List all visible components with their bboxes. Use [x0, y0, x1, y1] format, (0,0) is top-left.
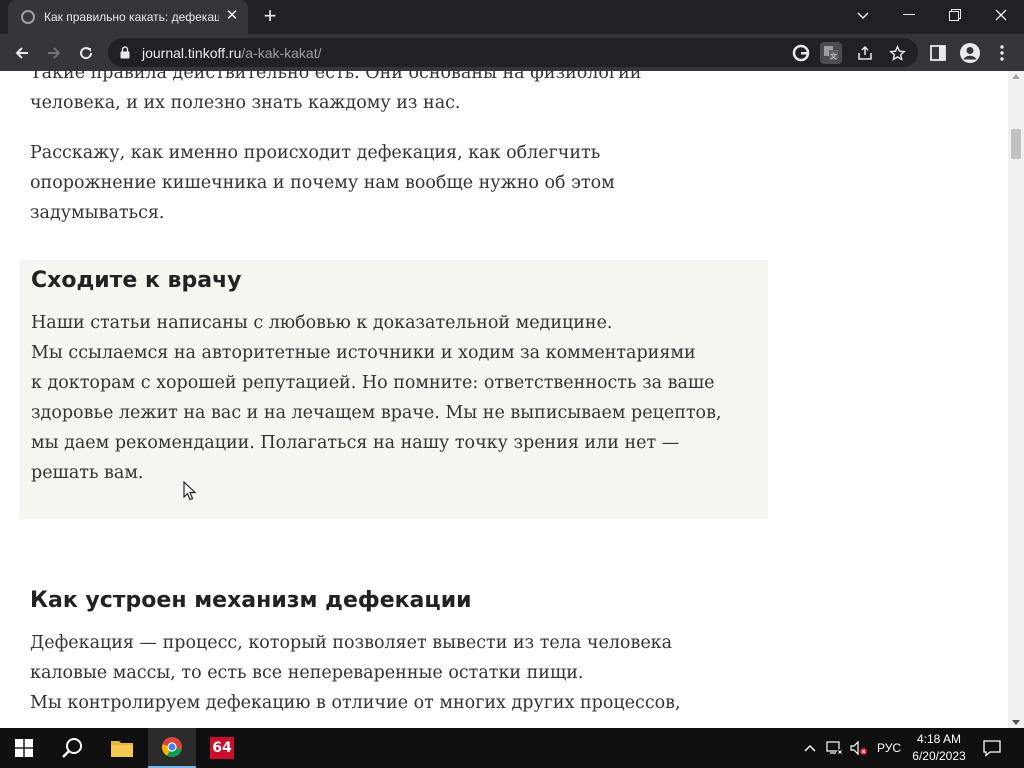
chrome-icon: [161, 737, 182, 758]
callout-title: Сходите к врачу: [31, 268, 242, 293]
browser-tab-active[interactable]: Как правильно какать: дефекация ✕: [8, 0, 248, 34]
more-menu-icon[interactable]: [990, 41, 1014, 65]
file-explorer-button[interactable]: [98, 728, 146, 768]
search-button[interactable]: [48, 728, 96, 768]
profile-avatar-icon[interactable]: [958, 41, 982, 65]
section-heading: Как устроен механизм дефекации: [30, 588, 472, 613]
scrollbar-thumb[interactable]: [1011, 129, 1021, 159]
text-line: мы даем рекомендации. Полагаться на нашу…: [31, 433, 680, 453]
text-line: человека, и их полезно знать каждому из …: [30, 93, 461, 113]
tab-title: Как правильно какать: дефекация: [44, 10, 219, 24]
close-window-button[interactable]: [978, 0, 1024, 30]
text-line: здоровье лежит на вас и на лечащем враче…: [31, 403, 722, 423]
app-64-badge: 64: [210, 737, 234, 759]
text-line: каловые массы, то есть все непереваренны…: [30, 663, 584, 683]
input-language-indicator[interactable]: РУС: [872, 728, 906, 768]
lock-icon[interactable]: [120, 46, 130, 59]
windows-taskbar: 64 РУС 4:18 AM 6/20/2023: [0, 728, 1024, 768]
back-button[interactable]: [8, 39, 36, 67]
article-intro-paragraph: Такие правила действительно есть. Они ос…: [30, 71, 750, 118]
chrome-taskbar-button[interactable]: [148, 728, 196, 768]
text-line: Такие правила действительно есть. Они ос…: [30, 71, 642, 83]
text-line: Мы ссылаемся на авторитетные источники и…: [31, 343, 696, 363]
side-panel-icon[interactable]: [926, 41, 950, 65]
folder-icon: [111, 741, 133, 757]
clock-time: 4:18 AM: [916, 732, 962, 746]
clock-date: 6/20/2023: [912, 749, 966, 763]
doctor-disclaimer-callout: Сходите к врачу Наши статьи написаны с л…: [19, 260, 768, 519]
url-path: /a-kak-kakat/: [241, 45, 322, 61]
tab-search-chevron-icon[interactable]: [840, 0, 886, 30]
text-line: Расскажу, как именно происходит дефекаци…: [30, 143, 601, 163]
bookmark-star-icon[interactable]: [886, 42, 908, 64]
back-arrow-icon: [15, 47, 28, 59]
text-line: решать вам.: [31, 463, 144, 483]
text-line: Мы контролируем дефекацию в отличие от м…: [30, 693, 681, 713]
reload-button[interactable]: [72, 39, 100, 67]
tab-close-icon[interactable]: ✕: [224, 8, 240, 24]
show-hidden-icons-chevron-icon[interactable]: [800, 728, 820, 768]
system-clock[interactable]: 4:18 AM 6/20/2023: [908, 731, 970, 765]
url-text[interactable]: journal.tinkoff.ru/a-kak-kakat/: [142, 45, 322, 61]
section-paragraph: Дефекация — процесс, который позволяет в…: [30, 628, 750, 718]
notifications-button[interactable]: [978, 728, 1006, 768]
callout-text: Наши статьи написаны с любовью к доказат…: [31, 308, 751, 488]
scroll-down-arrow-icon[interactable]: [1012, 720, 1020, 725]
restore-button[interactable]: [932, 0, 978, 30]
forward-arrow-icon: [48, 47, 61, 59]
new-tab-button[interactable]: +: [258, 5, 282, 29]
article-paragraph: Расскажу, как именно происходит дефекаци…: [30, 138, 750, 228]
forward-button[interactable]: [40, 39, 68, 67]
text-line: Дефекация — процесс, который позволяет в…: [30, 633, 673, 653]
mouse-pointer-icon: [183, 481, 197, 501]
text-line: к докторам с хорошей репутацией. Но помн…: [31, 373, 715, 393]
volume-muted-icon[interactable]: [848, 728, 870, 768]
text-line: Наши статьи написаны с любовью к доказат…: [31, 313, 613, 333]
page-viewport: Такие правила действительно есть. Они ос…: [0, 71, 1008, 728]
windows-logo-icon: [15, 739, 33, 757]
text-line: опорожнение кишечника и почему нам вообщ…: [30, 173, 615, 193]
globe-favicon-icon: [21, 10, 35, 24]
browser-tab-strip: Как правильно какать: дефекация ✕ +: [0, 0, 1024, 34]
browser-toolbar: journal.tinkoff.ru/a-kak-kakat/ 文: [0, 34, 1024, 71]
google-lens-icon[interactable]: [790, 42, 812, 64]
search-icon: [62, 738, 82, 758]
reload-icon: [80, 47, 93, 60]
minimize-button[interactable]: [886, 0, 932, 30]
share-icon[interactable]: [854, 42, 876, 64]
app-64-taskbar-button[interactable]: 64: [198, 728, 246, 768]
page-scrollbar[interactable]: [1008, 71, 1024, 728]
network-icon[interactable]: [824, 728, 846, 768]
action-center-icon: [983, 740, 1001, 757]
text-line: задумываться.: [30, 203, 165, 223]
address-bar[interactable]: journal.tinkoff.ru/a-kak-kakat/ 文: [108, 38, 918, 67]
translate-icon[interactable]: 文: [820, 42, 842, 64]
url-domain: journal.tinkoff.ru: [142, 45, 242, 61]
start-button[interactable]: [0, 728, 48, 768]
scroll-up-arrow-icon[interactable]: [1012, 74, 1020, 79]
svg-text:文: 文: [830, 52, 837, 61]
